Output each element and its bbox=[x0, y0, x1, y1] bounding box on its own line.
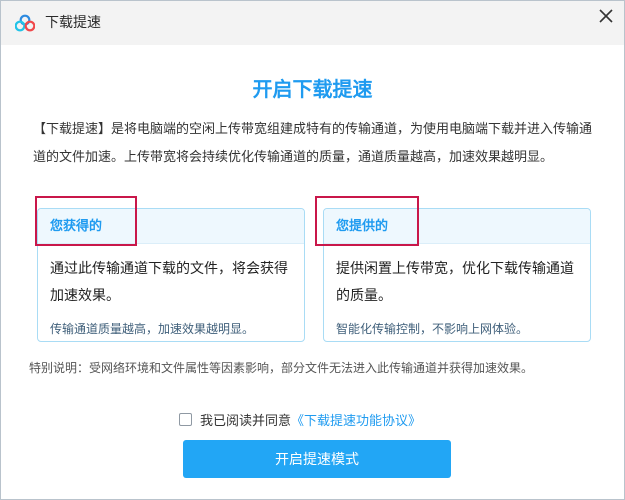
cloud-logo-icon bbox=[14, 14, 36, 32]
title-bar: 下载提速 bbox=[1, 1, 624, 45]
intro-text: 【下载提速】是将电脑端的空闲上传带宽组建成特有的传输通道，为使用电脑端下载并进入… bbox=[33, 122, 593, 165]
card-body: 通过此传输通道下载的文件，将会获得加速效果。 bbox=[50, 261, 288, 304]
card-note: 传输通道质量越高，加速效果越明显。 bbox=[50, 322, 255, 336]
speedup-dialog: 下载提速 开启下载提速 【下载提速】是将电脑端的空闲上传带宽组建成特有的传输通道… bbox=[0, 0, 625, 500]
agree-label: 我已阅读并同意 bbox=[200, 413, 292, 429]
dialog-heading: 开启下载提速 bbox=[252, 77, 373, 101]
window-title: 下载提速 bbox=[45, 15, 101, 31]
special-note: 特别说明：受网络环境和文件属性等因素影响，部分文件无法进入此传输通道并获得加速效… bbox=[29, 361, 534, 375]
highlight-box-provide bbox=[315, 196, 419, 246]
agree-checkbox[interactable] bbox=[179, 412, 192, 426]
highlight-box-gain bbox=[35, 196, 137, 246]
card-note: 智能化传输控制，不影响上网体验。 bbox=[336, 322, 529, 336]
agreement-link[interactable]: 《下载提速功能协议》 bbox=[291, 410, 421, 429]
enable-speedup-button[interactable]: 开启提速模式 bbox=[183, 440, 451, 478]
agreement-row: 我已阅读并同意 《下载提速功能协议》 bbox=[179, 409, 421, 429]
close-icon[interactable] bbox=[596, 6, 616, 26]
card-body: 提供闲置上传带宽，优化下载传输通道的质量。 bbox=[336, 261, 574, 304]
